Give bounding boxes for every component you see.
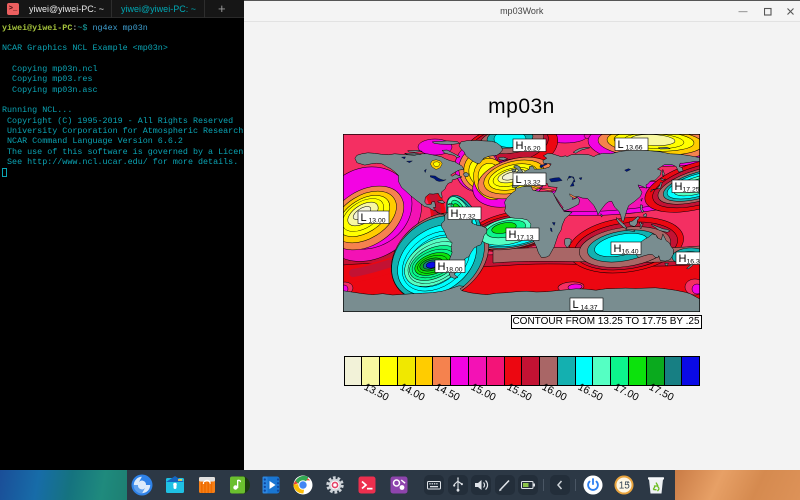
svg-text:16.40: 16.40 [622, 248, 639, 255]
svg-text:17.25: 17.25 [683, 186, 700, 193]
svg-text:H: H [679, 253, 687, 265]
svg-text:H: H [451, 208, 459, 220]
svg-text:L: L [618, 139, 624, 151]
svg-text:13.66: 13.66 [626, 144, 643, 151]
svg-text:17.32: 17.32 [459, 213, 476, 220]
svg-text:H: H [509, 229, 517, 241]
svg-text:L: L [516, 174, 522, 186]
svg-text:16.31: 16.31 [687, 258, 701, 265]
svg-text:16.20: 16.20 [524, 145, 541, 152]
svg-text:13.32: 13.32 [524, 179, 541, 186]
svg-text:L: L [361, 212, 367, 224]
svg-text:L: L [573, 299, 579, 311]
svg-text:H: H [516, 140, 524, 152]
svg-text:18.00: 18.00 [446, 266, 463, 273]
svg-text:H: H [614, 243, 622, 255]
svg-text:13.00: 13.00 [369, 217, 386, 224]
svg-text:14.37: 14.37 [581, 304, 598, 311]
svg-text:H: H [438, 261, 446, 273]
svg-text:H: H [675, 181, 683, 193]
svg-text:17.13: 17.13 [517, 234, 534, 241]
svg-text:e: e [626, 481, 629, 487]
